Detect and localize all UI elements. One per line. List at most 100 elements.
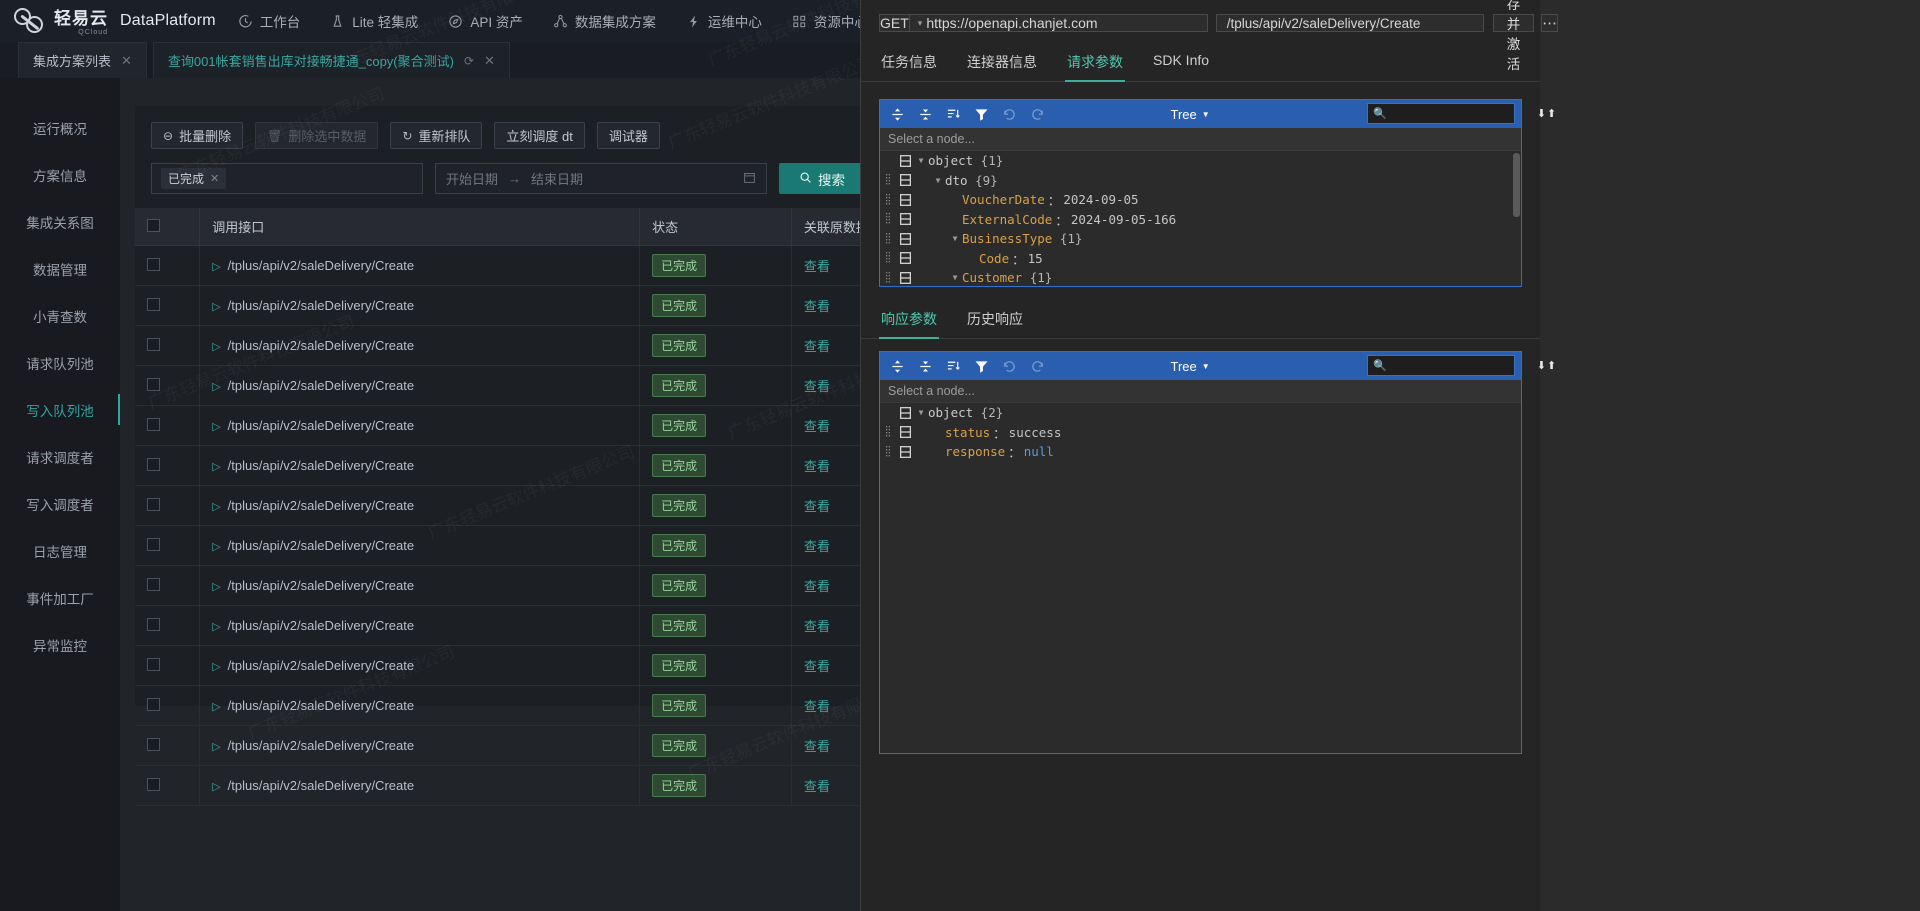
chevron-down-icon[interactable]: ▾ [918, 18, 923, 29]
drag-handle-icon[interactable]: ∷ ∷ [880, 251, 896, 266]
play-icon[interactable]: ▷ [212, 261, 220, 273]
node-type-icon[interactable] [896, 426, 914, 439]
sidebar-item-query[interactable]: 小青查数 [0, 292, 120, 339]
select-all-checkbox[interactable] [147, 218, 160, 232]
view-link[interactable]: 查看 [804, 699, 830, 714]
debugger-button[interactable]: 调试器 [596, 122, 660, 149]
row-checkbox[interactable] [147, 497, 160, 511]
row-checkbox[interactable] [147, 577, 160, 591]
sidebar-item-request-queue-pool[interactable]: 请求队列池 [0, 339, 120, 386]
row-checkbox[interactable] [147, 617, 160, 631]
json-tree-row[interactable]: ∷∷▼status：success [880, 423, 1521, 443]
json-search-input[interactable] [1390, 107, 1533, 120]
play-icon[interactable]: ▷ [212, 621, 220, 633]
drag-handle-icon[interactable]: ∷ ∷ [880, 444, 896, 459]
play-icon[interactable]: ▷ [212, 781, 220, 793]
json-value[interactable]: null [1024, 444, 1054, 459]
tab-task-info[interactable]: 任务信息 [879, 46, 939, 81]
json-tree-row[interactable]: ∷∷▼Code：15 [880, 249, 1521, 269]
row-checkbox[interactable] [147, 777, 160, 791]
node-type-icon[interactable] [896, 406, 914, 419]
expand-toggle-icon[interactable]: ▼ [914, 156, 928, 165]
json-tree-row[interactable]: ∷∷▼VoucherDate：2024-09-05 [880, 190, 1521, 210]
view-link[interactable]: 查看 [804, 459, 830, 474]
play-icon[interactable]: ▷ [212, 661, 220, 673]
view-link[interactable]: 查看 [804, 739, 830, 754]
json-search-box[interactable]: 🔍 ⬇⬆ [1367, 355, 1556, 376]
play-icon[interactable]: ▷ [212, 341, 220, 353]
sidebar-item-integration-graph[interactable]: 集成关系图 [0, 198, 120, 245]
host-url-field[interactable]: ▾ https://openapi.chanjet.com [909, 14, 1208, 32]
view-link[interactable]: 查看 [804, 579, 830, 594]
json-tree-row[interactable]: ▼ object {1} [880, 151, 1521, 171]
vertical-scrollbar[interactable] [1513, 153, 1520, 217]
json-tree-row[interactable]: ∷ ∷ ▼ Customer {1} [880, 268, 1521, 286]
editor-mode-select[interactable]: Tree ▼ [1171, 107, 1210, 122]
status-filter-select[interactable]: 已完成 ✕ [151, 163, 423, 194]
sidebar-item-exception-monitor[interactable]: 异常监控 [0, 621, 120, 668]
tab-response-params[interactable]: 响应参数 [879, 303, 939, 339]
view-link[interactable]: 查看 [804, 339, 830, 354]
nav-item-api-assets[interactable]: API 资产 [448, 11, 523, 31]
nav-item-data-integration-plan[interactable]: 数据集成方案 [553, 11, 656, 31]
row-checkbox[interactable] [147, 377, 160, 391]
node-type-icon[interactable] [896, 213, 914, 226]
response-tree-body[interactable]: ▼object {2}∷∷▼status：success∷∷▼response：… [880, 403, 1521, 753]
node-type-icon[interactable] [896, 154, 914, 167]
view-link[interactable]: 查看 [804, 659, 830, 674]
expand-all-icon[interactable] [890, 359, 905, 374]
expand-toggle-icon[interactable]: ▼ [914, 408, 928, 417]
sidebar-item-data-management[interactable]: 数据管理 [0, 245, 120, 292]
view-link[interactable]: 查看 [804, 539, 830, 554]
view-link[interactable]: 查看 [804, 779, 830, 794]
collapse-all-icon[interactable] [918, 107, 933, 122]
play-icon[interactable]: ▷ [212, 541, 220, 553]
sidebar-item-plan-info[interactable]: 方案信息 [0, 151, 120, 198]
node-type-icon[interactable] [896, 174, 914, 187]
nav-item-workbench[interactable]: 工作台 [238, 11, 300, 31]
tab-connector-info[interactable]: 连接器信息 [965, 46, 1039, 81]
search-nav-icons[interactable]: ⬇⬆ [1537, 359, 1557, 372]
nav-item-lite-integration[interactable]: Lite 轻集成 [330, 11, 418, 31]
expand-toggle-icon[interactable]: ▼ [948, 273, 962, 282]
row-checkbox[interactable] [147, 297, 160, 311]
save-and-activate-button[interactable]: 保存并激活 [1492, 0, 1535, 72]
play-icon[interactable]: ▷ [212, 701, 220, 713]
play-icon[interactable]: ▷ [212, 421, 220, 433]
undo-icon[interactable] [1002, 107, 1017, 122]
play-icon[interactable]: ▷ [212, 501, 220, 513]
node-type-icon[interactable] [896, 193, 914, 206]
batch-delete-button[interactable]: ⊖ 批量删除 [151, 122, 244, 149]
drag-handle-icon[interactable]: ∷ ∷ [880, 173, 896, 188]
sort-icon[interactable] [946, 359, 961, 374]
row-checkbox[interactable] [147, 337, 160, 351]
redo-icon[interactable] [1030, 359, 1045, 374]
node-type-icon[interactable] [896, 252, 914, 265]
sidebar-item-write-scheduler[interactable]: 写入调度者 [0, 480, 120, 527]
play-icon[interactable]: ▷ [212, 581, 220, 593]
schedule-now-button[interactable]: 立刻调度 dt [494, 122, 585, 149]
view-link[interactable]: 查看 [804, 259, 830, 274]
row-checkbox[interactable] [147, 537, 160, 551]
sidebar-item-run-overview[interactable]: 运行概况 [0, 104, 120, 151]
row-checkbox[interactable] [147, 417, 160, 431]
json-value[interactable]: success [1009, 425, 1062, 440]
drag-handle-icon[interactable]: ∷ ∷ [880, 425, 896, 440]
expand-all-icon[interactable] [890, 107, 905, 122]
play-icon[interactable]: ▷ [212, 461, 220, 473]
row-checkbox[interactable] [147, 657, 160, 671]
sidebar-item-write-queue-pool[interactable]: 写入队列池 [0, 386, 120, 433]
collapse-all-icon[interactable] [918, 359, 933, 374]
play-icon[interactable]: ▷ [212, 741, 220, 753]
chip-remove-icon[interactable]: ✕ [210, 172, 219, 185]
drag-handle-icon[interactable]: ∷ ∷ [880, 231, 896, 246]
view-link[interactable]: 查看 [804, 299, 830, 314]
json-value[interactable]: 15 [1028, 251, 1043, 266]
json-value[interactable]: 2024-09-05 [1063, 192, 1138, 207]
http-method-select[interactable]: GET [879, 14, 910, 32]
expand-toggle-icon[interactable]: ▼ [931, 176, 945, 185]
row-checkbox[interactable] [147, 257, 160, 271]
expand-toggle-icon[interactable]: ▼ [948, 234, 962, 243]
sidebar-item-event-factory[interactable]: 事件加工厂 [0, 574, 120, 621]
tab-current-plan[interactable]: 查询001帐套销售出库对接畅捷通_copy(聚合测试) ⟳ ✕ [152, 42, 510, 78]
